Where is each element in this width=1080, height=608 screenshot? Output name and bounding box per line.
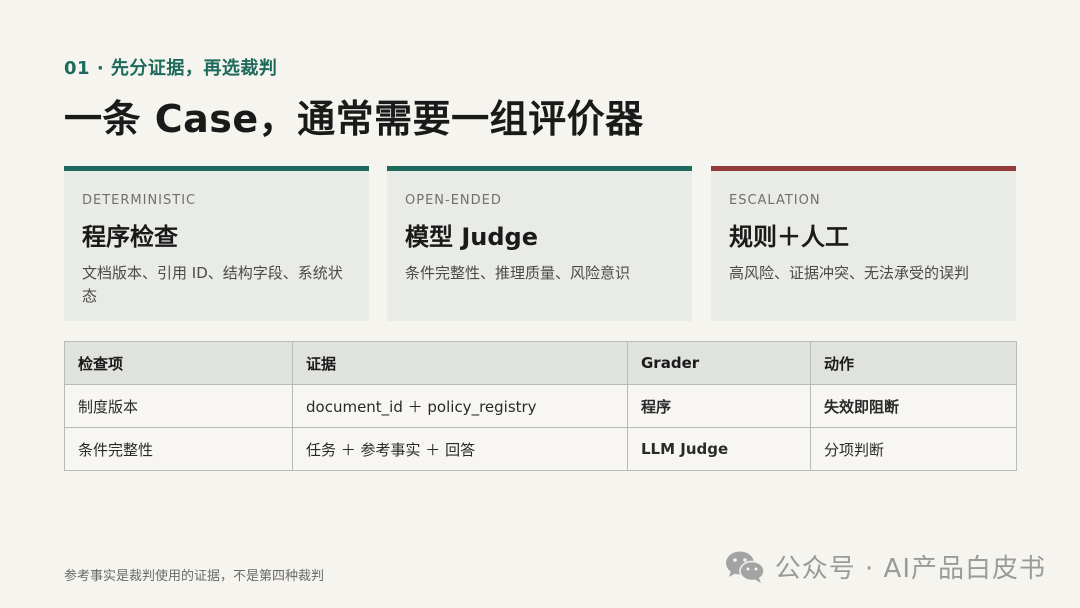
cell-evidence: document_id ＋ policy_registry (292, 384, 628, 428)
table-row: 条件完整性 任务 ＋ 参考事实 ＋ 回答 LLM Judge 分项判断 (64, 427, 1017, 471)
card-tag: OPEN-ENDED (405, 193, 502, 208)
cell-action: 失效即阻断 (810, 384, 1017, 428)
header-grader: Grader (627, 341, 811, 385)
card-heading: 规则＋人工 (729, 223, 849, 251)
cell-grader: LLM Judge (627, 427, 811, 471)
cell-grader: 程序 (627, 384, 811, 428)
cell-check-item: 条件完整性 (64, 427, 293, 471)
card-description: 文档版本、引用 ID、结构字段、系统状态 (82, 264, 343, 305)
card-tag: DETERMINISTIC (82, 193, 197, 208)
card-heading: 模型 Judge (405, 223, 539, 251)
cell-check-item: 制度版本 (64, 384, 293, 428)
card-tag: ESCALATION (729, 193, 821, 208)
header-action: 动作 (810, 341, 1017, 385)
table-header-row: 检查项 证据 Grader 动作 (64, 341, 1017, 385)
header-check-item: 检查项 (64, 341, 293, 385)
section-eyebrow: 01 · 先分证据，再选裁判 (64, 58, 278, 79)
header-evidence: 证据 (292, 341, 628, 385)
grader-table: 检查项 证据 Grader 动作 制度版本 document_id ＋ poli… (64, 341, 1017, 471)
table-row: 制度版本 document_id ＋ policy_registry 程序 失效… (64, 384, 1017, 428)
watermark: 公众号 · AI产品白皮书 (725, 548, 1046, 585)
card-description: 条件完整性、推理质量、风险意识 (405, 264, 631, 282)
card-description: 高风险、证据冲突、无法承受的误判 (729, 264, 970, 282)
cell-action: 分项判断 (810, 427, 1017, 471)
page-title: 一条 Case，通常需要一组评价器 (64, 97, 644, 141)
cell-evidence: 任务 ＋ 参考事实 ＋ 回答 (292, 427, 628, 471)
card-deterministic: DETERMINISTIC 程序检查 文档版本、引用 ID、结构字段、系统状态 (64, 166, 369, 321)
wechat-icon (725, 550, 765, 584)
watermark-text: 公众号 · AI产品白皮书 (774, 554, 1046, 584)
footnote: 参考事实是裁判使用的证据，不是第四种裁判 (64, 569, 325, 584)
card-heading: 程序检查 (82, 223, 178, 251)
card-escalation: ESCALATION 规则＋人工 高风险、证据冲突、无法承受的误判 (711, 166, 1016, 321)
card-open-ended: OPEN-ENDED 模型 Judge 条件完整性、推理质量、风险意识 (387, 166, 692, 321)
